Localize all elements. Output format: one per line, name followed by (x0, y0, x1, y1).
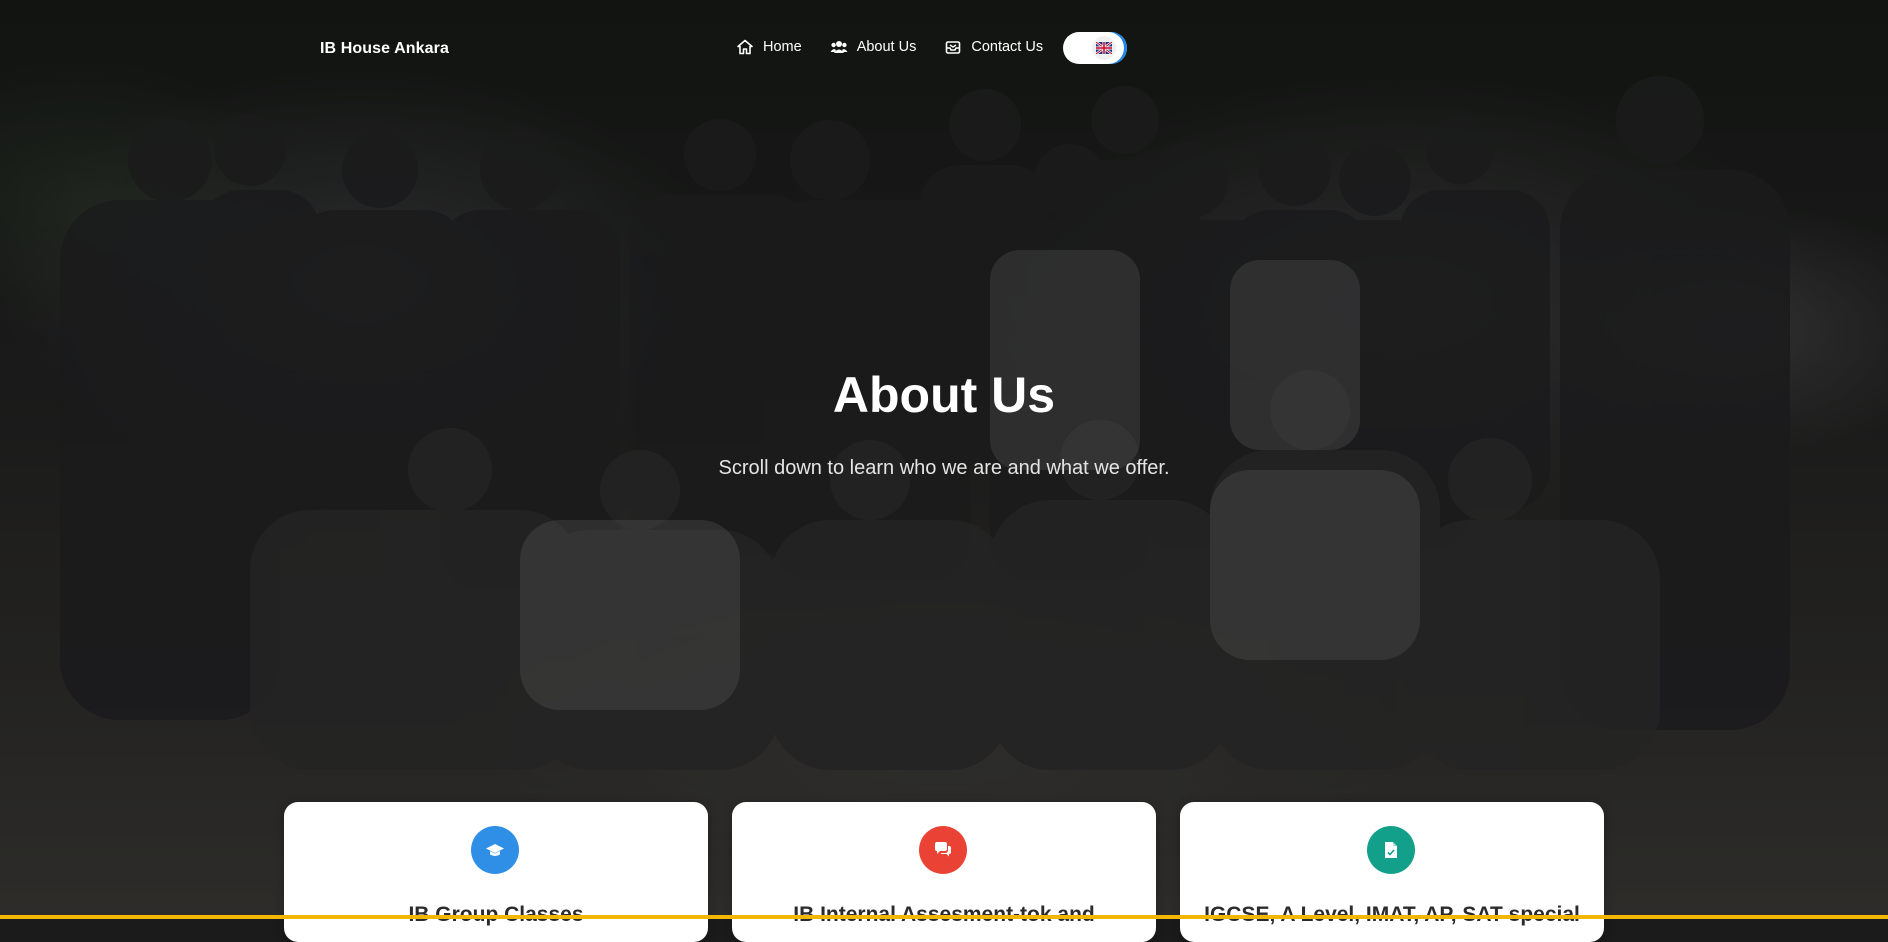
nav-contact-us[interactable]: Contact Us (944, 38, 1043, 56)
service-card-igcse-alevel[interactable]: IGCSE, A Level, IMAT, AP, SAT special (1180, 802, 1604, 942)
chat-bubbles-icon (919, 826, 967, 874)
document-icon (1367, 826, 1415, 874)
inbox-icon (944, 38, 962, 56)
accent-bar (0, 915, 1888, 919)
nav-about-us-label: About Us (856, 39, 917, 55)
nav-links: Home About Us Contact Us (736, 38, 1071, 56)
service-card-ib-group-classes[interactable]: IB Group Classes (284, 802, 708, 942)
nav-home-label: Home (763, 39, 802, 55)
nav-about-us[interactable]: About Us (830, 38, 917, 56)
service-card-ib-internal-assessment[interactable]: IB Internal Assesment-tok and (732, 802, 1156, 942)
graduation-cap-icon (471, 826, 519, 874)
users-icon (830, 38, 848, 56)
navbar: IB House Ankara Home About Us Contact Us (0, 0, 1888, 98)
language-toggle[interactable] (1063, 32, 1127, 64)
nav-home[interactable]: Home (736, 38, 802, 56)
page-subtitle: Scroll down to learn who we are and what… (718, 457, 1170, 479)
uk-flag-icon (1092, 36, 1116, 60)
brand-logo[interactable]: IB House Ankara (320, 40, 449, 58)
nav-contact-us-label: Contact Us (971, 39, 1044, 55)
page-title: About Us (832, 367, 1056, 423)
home-icon (736, 38, 754, 56)
